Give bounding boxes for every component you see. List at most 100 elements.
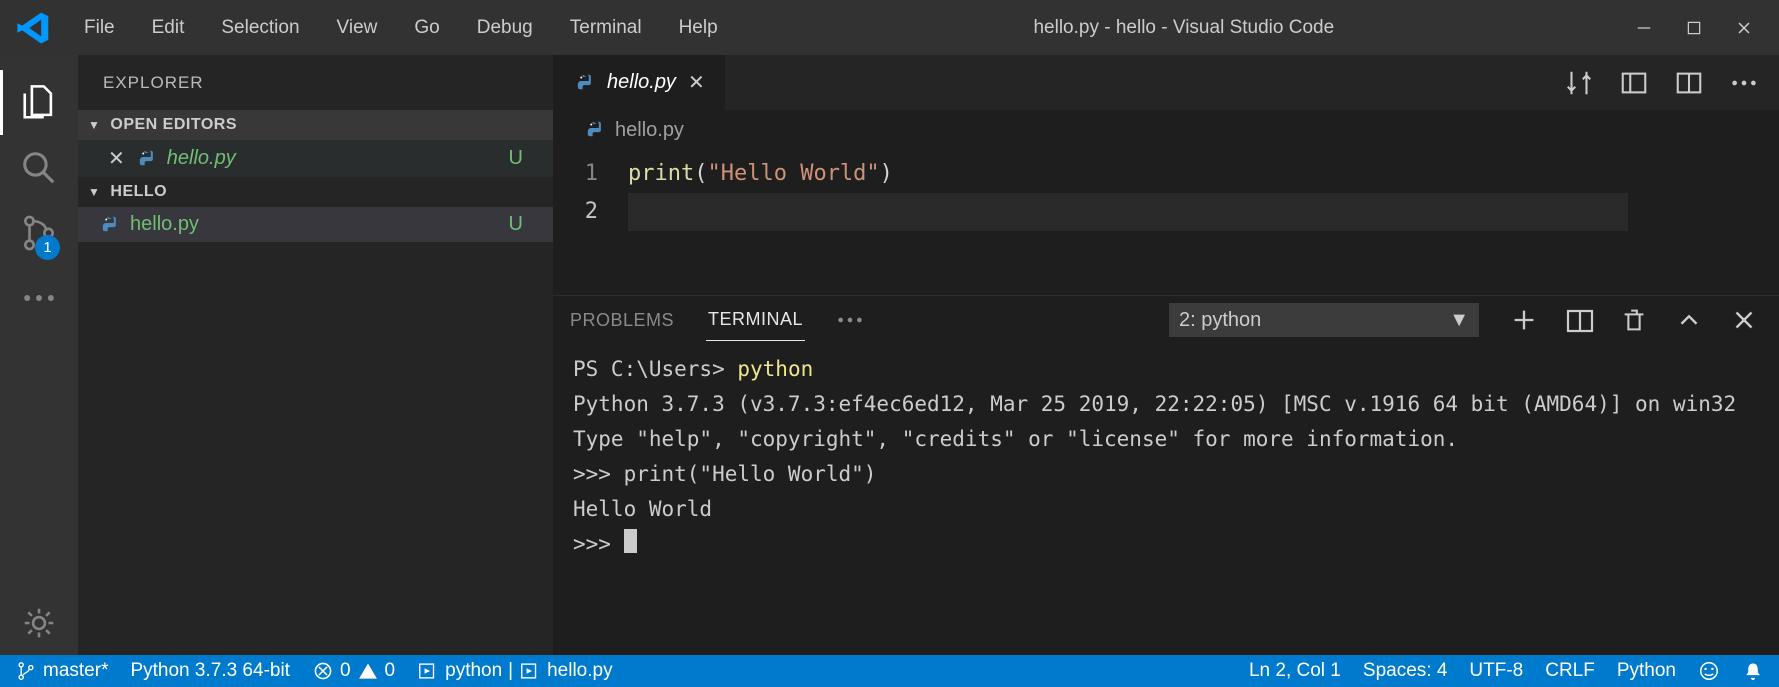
status-problems[interactable]: 0 0 [312, 660, 395, 682]
terminal-line: >>> print("Hello World") [573, 462, 876, 486]
menu-go[interactable]: Go [398, 11, 455, 45]
terminal-line: Python 3.7.3 (v3.7.3:ef4ec6ed12, Mar 25 … [573, 392, 1736, 416]
terminal-line: >>> [573, 532, 624, 556]
python-file-icon [583, 119, 605, 141]
folder-file-item[interactable]: hello.py U [78, 207, 553, 242]
window-controls [1634, 13, 1769, 43]
python-file-icon [573, 72, 595, 94]
activity-explorer[interactable] [0, 70, 78, 135]
panel-tab-terminal[interactable]: TERMINAL [706, 299, 805, 341]
window-maximize-icon[interactable] [1684, 13, 1704, 43]
split-editor-icon[interactable] [1674, 68, 1704, 98]
window-title: hello.py - hello - Visual Studio Code [734, 17, 1634, 39]
maximize-panel-icon[interactable] [1674, 305, 1704, 335]
kill-terminal-icon[interactable] [1619, 305, 1649, 335]
line-number: 1 [553, 155, 628, 193]
scm-badge: 1 [35, 235, 60, 260]
code-line: print("Hello World") [628, 155, 893, 193]
open-preview-icon[interactable] [1619, 68, 1649, 98]
editor-actions [1564, 55, 1779, 110]
search-icon [20, 149, 58, 187]
compare-changes-icon[interactable] [1564, 68, 1594, 98]
git-status: U [509, 213, 523, 236]
terminal-prompt: PS C:\Users> [573, 357, 737, 381]
tab-hello-py[interactable]: hello.py ✕ [553, 55, 726, 110]
menu-terminal[interactable]: Terminal [554, 11, 658, 45]
tab-close-icon[interactable]: ✕ [688, 70, 705, 95]
python-file-icon [98, 214, 120, 236]
status-cursor-position[interactable]: Ln 2, Col 1 [1249, 660, 1341, 682]
status-eol[interactable]: CRLF [1545, 660, 1595, 682]
activity-bar: 1 [0, 55, 78, 655]
status-feedback[interactable] [1698, 660, 1720, 682]
panel-tab-problems[interactable]: PROBLEMS [568, 300, 676, 341]
line-number: 2 [553, 193, 628, 231]
sidebar-title: EXPLORER [78, 55, 553, 110]
bell-icon [1742, 660, 1764, 682]
status-run-config[interactable]: python | hello.py [417, 660, 612, 682]
terminal-output[interactable]: PS C:\Users> python Python 3.7.3 (v3.7.3… [553, 344, 1779, 655]
tab-label: hello.py [607, 71, 676, 94]
status-encoding[interactable]: UTF-8 [1469, 660, 1523, 682]
terminal-command: python [737, 357, 813, 381]
close-panel-icon[interactable] [1729, 305, 1759, 335]
menu-bar: File Edit Selection View Go Debug Termin… [68, 11, 734, 45]
editor-tabs: hello.py ✕ [553, 55, 1779, 110]
run-icon [519, 660, 541, 682]
python-file-icon [135, 148, 157, 170]
feedback-smile-icon [1698, 660, 1720, 682]
open-editors-header[interactable]: ▼ OPEN EDITORS [78, 110, 553, 140]
file-name: hello.py [167, 147, 509, 170]
editor-area: hello.py ✕ hello.py 1 print("Hello World… [553, 55, 1779, 655]
terminal-selector-label: 2: python [1179, 309, 1261, 332]
window-minimize-icon[interactable] [1634, 13, 1654, 43]
file-name: hello.py [130, 213, 509, 236]
code-line [628, 193, 1628, 231]
files-icon [20, 84, 58, 122]
chevron-down-icon: ▼ [88, 185, 100, 199]
error-icon [312, 660, 334, 682]
activity-search[interactable] [0, 135, 78, 200]
run-icon [417, 660, 439, 682]
new-terminal-icon[interactable] [1509, 305, 1539, 335]
vscode-logo-icon [15, 9, 53, 47]
status-indentation[interactable]: Spaces: 4 [1363, 660, 1448, 682]
panel-tabs: PROBLEMS TERMINAL 2: python ▼ [553, 296, 1779, 344]
menu-view[interactable]: View [321, 11, 394, 45]
menu-selection[interactable]: Selection [205, 11, 315, 45]
status-python-env[interactable]: Python 3.7.3 64-bit [130, 660, 290, 682]
open-editor-item[interactable]: ✕ hello.py U [78, 140, 553, 177]
dropdown-caret-icon: ▼ [1449, 309, 1469, 332]
breadcrumb-item: hello.py [615, 119, 684, 142]
split-terminal-icon[interactable] [1564, 305, 1594, 335]
status-notifications[interactable] [1742, 660, 1764, 682]
gear-icon [20, 604, 58, 642]
activity-settings[interactable] [0, 590, 78, 655]
menu-debug[interactable]: Debug [461, 11, 549, 45]
panel: PROBLEMS TERMINAL 2: python ▼ PS C:\User… [553, 295, 1779, 655]
folder-header[interactable]: ▼ HELLO [78, 177, 553, 207]
close-icon[interactable]: ✕ [108, 146, 125, 171]
breadcrumb[interactable]: hello.py [553, 110, 1779, 150]
window-close-icon[interactable] [1734, 13, 1754, 43]
title-bar: File Edit Selection View Go Debug Termin… [0, 0, 1779, 55]
more-actions-icon[interactable] [1729, 68, 1759, 98]
chevron-down-icon: ▼ [88, 118, 100, 132]
git-status: U [509, 147, 523, 170]
activity-scm[interactable]: 1 [0, 200, 78, 265]
terminal-line: Type "help", "copyright", "credits" or "… [573, 427, 1458, 451]
menu-help[interactable]: Help [663, 11, 734, 45]
panel-more-icon[interactable] [835, 305, 865, 335]
terminal-actions [1509, 305, 1759, 335]
open-editors-label: OPEN EDITORS [110, 116, 237, 134]
terminal-selector[interactable]: 2: python ▼ [1169, 303, 1479, 337]
menu-file[interactable]: File [68, 11, 131, 45]
git-branch-icon [15, 660, 37, 682]
status-language[interactable]: Python [1617, 660, 1676, 682]
code-editor[interactable]: 1 print("Hello World") 2 [553, 150, 1779, 295]
menu-edit[interactable]: Edit [136, 11, 201, 45]
more-icon [20, 279, 58, 317]
activity-more[interactable] [0, 265, 78, 330]
status-branch[interactable]: master* [15, 660, 108, 682]
status-bar: master* Python 3.7.3 64-bit 0 0 python |… [0, 655, 1779, 687]
